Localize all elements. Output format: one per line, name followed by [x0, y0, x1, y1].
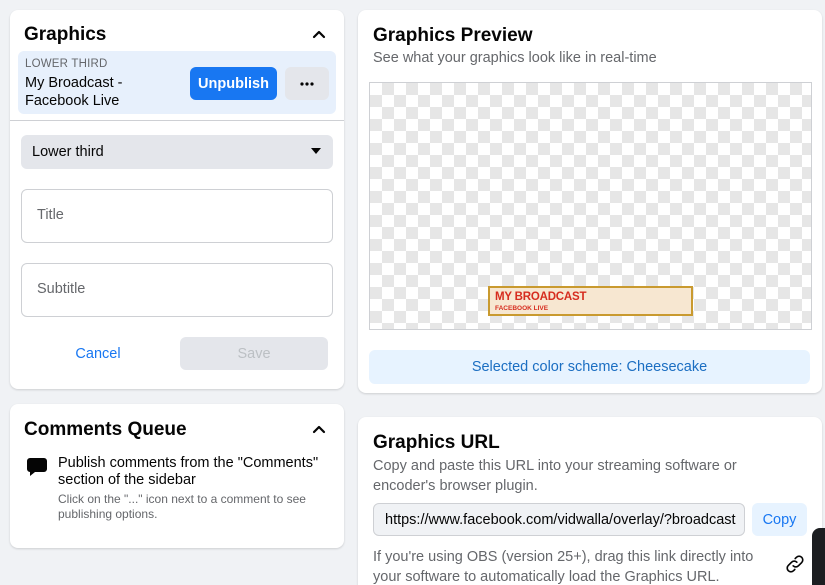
preview-subtitle: See what your graphics look like in real… — [373, 50, 657, 66]
url-title: Graphics URL — [373, 432, 500, 453]
color-scheme-selector[interactable]: Selected color scheme: Cheesecake — [369, 350, 810, 384]
graphic-type-select[interactable]: Lower third — [21, 135, 333, 169]
subtitle-field[interactable] — [21, 263, 333, 317]
preview-title: Graphics Preview — [373, 25, 533, 46]
graphics-preview-panel: Graphics Preview See what your graphics … — [358, 10, 822, 393]
overlay-subtitle: FACEBOOK LIVE — [495, 305, 549, 312]
link-icon[interactable] — [784, 553, 806, 580]
more-icon — [300, 81, 314, 86]
graphic-type-value: Lower third — [32, 144, 104, 160]
overlay-edge — [812, 528, 825, 585]
graphic-kind-label: LOWER THIRD — [25, 58, 108, 70]
chevron-up-icon[interactable] — [310, 25, 328, 43]
published-graphic-item: LOWER THIRD My Broadcast - Facebook Live… — [18, 51, 336, 114]
preview-canvas: MY BROADCAST FACEBOOK LIVE — [369, 82, 812, 330]
chevron-up-icon[interactable] — [310, 420, 328, 438]
save-button[interactable]: Save — [180, 337, 328, 370]
comments-queue-instruction: Publish comments from the "Comments" sec… — [58, 455, 319, 488]
subtitle-input[interactable] — [37, 281, 317, 297]
copy-url-button[interactable]: Copy — [752, 503, 807, 536]
url-description: Copy and paste this URL into your stream… — [373, 458, 737, 494]
cancel-button[interactable]: Cancel — [32, 337, 164, 370]
graphics-url-field[interactable]: https://www.facebook.com/vidwalla/overla… — [373, 503, 745, 536]
graphics-url-panel: Graphics URL Copy and paste this URL int… — [358, 417, 822, 585]
comments-queue-title: Comments Queue — [24, 419, 187, 440]
obs-note: If you're using OBS (version 25+), drag … — [373, 549, 754, 585]
comments-queue-hint: Click on the "..." icon next to a commen… — [58, 492, 306, 521]
graphics-url-value: https://www.facebook.com/vidwalla/overla… — [385, 512, 736, 528]
graphics-panel: Graphics LOWER THIRD My Broadcast - Face… — [10, 10, 344, 389]
caret-down-icon — [311, 148, 321, 154]
divider — [10, 120, 344, 121]
title-input[interactable] — [37, 207, 317, 223]
graphic-name: My Broadcast - Facebook Live — [25, 75, 123, 109]
comment-bubble-icon — [26, 456, 48, 483]
unpublish-button[interactable]: Unpublish — [190, 67, 277, 100]
graphics-title: Graphics — [24, 24, 107, 45]
title-field[interactable] — [21, 189, 333, 243]
overlay-title: MY BROADCAST — [495, 291, 587, 303]
more-options-button[interactable] — [285, 67, 329, 100]
lower-third-overlay: MY BROADCAST FACEBOOK LIVE — [488, 286, 693, 316]
comments-queue-panel: Comments Queue Publish comments from the… — [10, 404, 344, 548]
